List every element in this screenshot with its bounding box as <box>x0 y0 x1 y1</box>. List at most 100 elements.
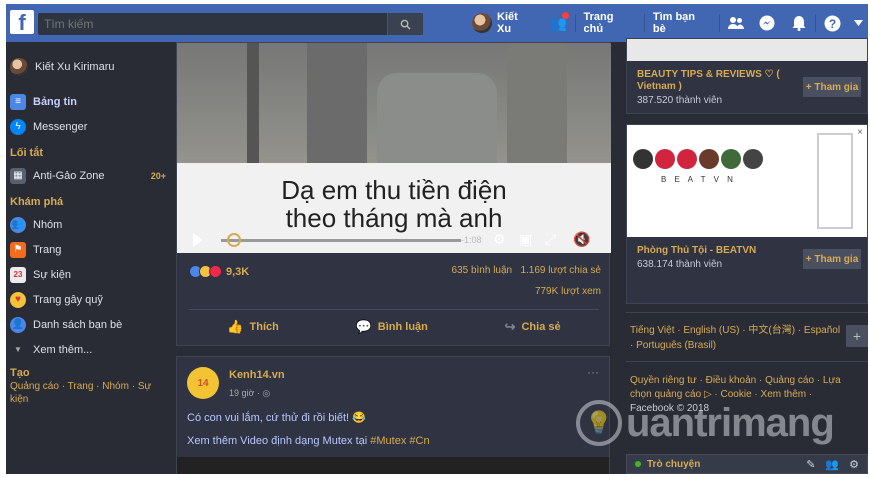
group-member-count: 387.520 thành viên <box>637 95 723 106</box>
friends-icon[interactable] <box>720 4 752 42</box>
comment-count-link[interactable]: 635 bình luận <box>452 265 513 276</box>
sidebar-item-events[interactable]: 23 Sự kiện <box>6 262 176 287</box>
sidebar-item-pages[interactable]: ⚑ Trang <box>6 237 176 262</box>
share-label: Chia sẻ <box>521 320 561 333</box>
account-menu-chevron-down-icon[interactable] <box>848 4 868 42</box>
newsfeed-icon: ≡ <box>10 93 26 110</box>
chat-settings-gear-icon[interactable]: ⚙ <box>849 458 859 471</box>
notifications-bell-icon[interactable] <box>783 4 815 42</box>
sidebar-item-fundraisers[interactable]: ♥ Trang gây quỹ <box>6 287 176 312</box>
sidebar-shortcut-anti-gao-zone[interactable]: ▦ Anti-Gảo Zone 20+ <box>6 163 176 188</box>
sidebar-profile-name: Kiết Xu Kirimaru <box>35 60 115 73</box>
video-scrubber-handle[interactable] <box>227 233 241 247</box>
compose-icon[interactable]: ✎ <box>806 458 815 471</box>
create-links[interactable]: Quảng cáo · Trang · Nhóm · Sự kiện <box>6 380 166 406</box>
comment-bubble-icon: 💬 <box>355 318 372 334</box>
post-text-line-2: Xem thêm Video định dạng Mutex tại #Mute… <box>187 435 430 447</box>
globe-icon: ◎ <box>262 388 271 398</box>
chevron-down-icon: ▼ <box>14 345 22 354</box>
nav-find-friends-link[interactable]: Tìm bạn bè <box>645 4 719 42</box>
messenger-icon: ϟ <box>10 118 26 135</box>
post-timestamp[interactable]: 19 giờ · ◎ <box>229 388 270 399</box>
banner-door-graphic <box>817 133 853 229</box>
create-heading: Tạo <box>10 367 30 379</box>
share-count-link[interactable]: 1.169 lượt chia sẻ <box>520 265 601 276</box>
page-name-link[interactable]: Kenh14.vn <box>229 369 285 381</box>
quantrimang-watermark: 💡 uantrimang <box>576 394 866 452</box>
picture-in-picture-icon[interactable]: ▣ <box>519 231 532 248</box>
like-button[interactable]: 👍 Thích <box>227 319 279 335</box>
sidebar-item-friend-lists[interactable]: 👤 Danh sách bạn bè <box>6 312 176 337</box>
engagement-stats: 635 bình luận 1.169 lượt chia sẻ <box>452 265 602 276</box>
love-reaction-icon <box>209 265 222 278</box>
sidebar-item-label: Anti-Gảo Zone <box>33 169 105 182</box>
help-icon[interactable]: ? <box>816 4 848 42</box>
post-media[interactable] <box>177 457 609 474</box>
online-status-icon <box>635 461 641 467</box>
sidebar-item-label: Messenger <box>33 120 88 133</box>
search-icon <box>400 19 411 30</box>
video-time-remaining: -1:08 <box>461 235 482 245</box>
settings-gear-icon[interactable]: ⚙ <box>493 231 506 248</box>
fundraiser-icon: ♥ <box>10 291 26 308</box>
chat-bar[interactable]: Trò chuyện ✎ 👥 ⚙ <box>626 454 868 474</box>
explore-heading: Khám phá <box>10 196 64 208</box>
hashtag-links[interactable]: #Mutex #Cn <box>370 435 429 447</box>
video-progress-bar[interactable] <box>221 239 461 242</box>
nav-home-link[interactable]: Trang chủ <box>576 4 644 42</box>
post-options-more-icon[interactable]: ··· <box>587 365 599 379</box>
profile-name: Kiết Xu <box>497 11 518 35</box>
group-member-count: 638.174 thành viên <box>637 259 723 270</box>
profile-link[interactable]: Kiết Xu <box>464 4 543 42</box>
group-title[interactable]: Phòng Thủ Tội - BEATVN <box>637 245 756 257</box>
group-icon: ▦ <box>10 167 26 184</box>
logo-circle <box>633 149 653 169</box>
page-post: 14 Kenh14.vn 19 giờ · ◎ ··· Có con vui l… <box>176 356 610 474</box>
view-count: 779K lượt xem <box>534 286 601 297</box>
join-group-button[interactable]: + Tham gia <box>803 249 861 269</box>
video-scene-scooter <box>377 73 497 163</box>
shortcuts-heading: Lối tắt <box>10 147 43 159</box>
chat-label: Trò chuyện <box>647 458 701 470</box>
group-title[interactable]: BEAUTY TIPS & REVIEWS ♡ ( Vietnam ) <box>637 69 797 93</box>
page-avatar[interactable]: 14 <box>187 367 219 399</box>
join-group-button[interactable]: + Tham gia <box>803 77 861 97</box>
sidebar-profile-link[interactable]: Kiết Xu Kirimaru <box>6 54 176 79</box>
search-input[interactable] <box>38 17 378 31</box>
group-cover-image[interactable] <box>627 39 867 61</box>
messenger-icon[interactable] <box>752 4 784 42</box>
group-cover-image[interactable]: B E A T V N × <box>627 125 867 237</box>
comment-button[interactable]: 💬 Bình luận <box>356 319 428 335</box>
reaction-summary[interactable]: 9,3K <box>189 265 249 278</box>
new-group-icon[interactable]: 👥 <box>825 458 839 471</box>
post-text-prefix: Xem thêm Video định dạng Mutex tại <box>187 435 371 447</box>
sidebar-item-groups[interactable]: 👥 Nhóm <box>6 212 176 237</box>
svg-text:?: ? <box>828 17 835 31</box>
video-caption-line-1: Dạ em thu tiền điện <box>281 175 507 205</box>
sidebar-see-more[interactable]: ▼ Xem thêm... <box>6 337 176 362</box>
search-button[interactable] <box>387 13 423 35</box>
language-links[interactable]: Tiếng Việt · English (US) · 中文(台灣) · Esp… <box>630 323 842 353</box>
sidebar-item-label: Trang gây quỹ <box>33 293 103 306</box>
friend-requests-icon[interactable]: 👥 <box>543 4 575 42</box>
beatvn-logo <box>633 149 763 169</box>
close-icon[interactable]: × <box>857 127 863 138</box>
play-icon[interactable] <box>193 233 203 247</box>
video-scene-person <box>507 43 567 163</box>
pages-flag-icon: ⚑ <box>10 241 26 258</box>
logo-circle <box>699 149 719 169</box>
share-button[interactable]: ↪ Chia sẻ <box>505 319 561 335</box>
volume-mute-icon[interactable]: 🔇 <box>573 231 590 248</box>
logo-circle <box>721 149 741 169</box>
add-language-plus-icon[interactable]: + <box>846 325 868 347</box>
fullscreen-icon[interactable]: ⤢ <box>545 231 556 248</box>
profile-avatar <box>10 57 28 76</box>
sidebar-item-label: Trang <box>33 243 62 256</box>
watermark-text: uantrimang <box>626 400 835 445</box>
sidebar-item-newsfeed[interactable]: ≡ Bảng tin <box>6 89 176 114</box>
logo-circle <box>655 149 675 169</box>
sidebar-item-messenger[interactable]: ϟ Messenger <box>6 114 176 139</box>
facebook-logo-icon[interactable]: f <box>10 10 34 35</box>
sidebar-item-label: Nhóm <box>33 218 63 231</box>
video-player[interactable]: Dạ em thu tiền điện theo tháng mà anh -1… <box>177 43 611 253</box>
